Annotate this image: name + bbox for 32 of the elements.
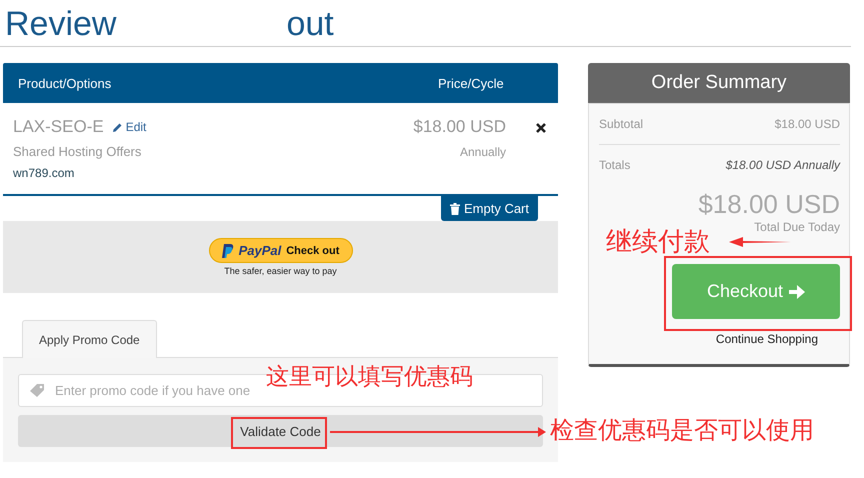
paypal-logo-icon (222, 244, 234, 258)
arrow-right-icon (789, 284, 806, 298)
billing-cycle: Annually (460, 145, 506, 159)
annotation-text: 检查优惠码是否可以使用 (550, 418, 814, 442)
summary-label: Totals (599, 158, 630, 172)
continue-shopping-link[interactable]: Continue Shopping (716, 332, 818, 346)
price: $18.00 USD (413, 117, 506, 137)
product-group: Shared Hosting Offers (13, 144, 386, 159)
empty-cart-button[interactable]: Empty Cart (440, 196, 538, 221)
paypal-tagline: The safer, easier way to pay (224, 266, 337, 276)
column-header: Product/Options (17, 76, 112, 90)
annotation-text: 继续付款 (606, 229, 710, 255)
summary-label: Subtotal (599, 117, 644, 131)
summary-title: Order Summary (588, 63, 850, 103)
promo-tab[interactable]: Apply Promo Code (22, 320, 157, 358)
pencil-icon (112, 122, 123, 132)
page-title: Review (5, 4, 116, 45)
domain-name: wn789.com (13, 166, 76, 180)
paypal-checkout-button[interactable]: PayPal Check out (208, 238, 352, 263)
summary-value: $18.00 USD Annually (726, 158, 840, 172)
product-name: LAX-SEO-E (13, 117, 104, 137)
total-label: Total Due Today (754, 220, 840, 234)
trash-icon (450, 202, 460, 214)
validate-code-button[interactable]: Validate Code (18, 415, 543, 447)
tag-icon (30, 384, 46, 398)
edit-link[interactable]: Edit (112, 120, 146, 134)
total-amount: $18.00 USD (698, 189, 840, 220)
column-header: Price/Cycle (438, 76, 505, 90)
close-icon[interactable] (536, 123, 546, 133)
arrow-icon (330, 427, 546, 437)
summary-value: $18.00 USD (774, 117, 840, 131)
page-title: out (286, 4, 334, 45)
